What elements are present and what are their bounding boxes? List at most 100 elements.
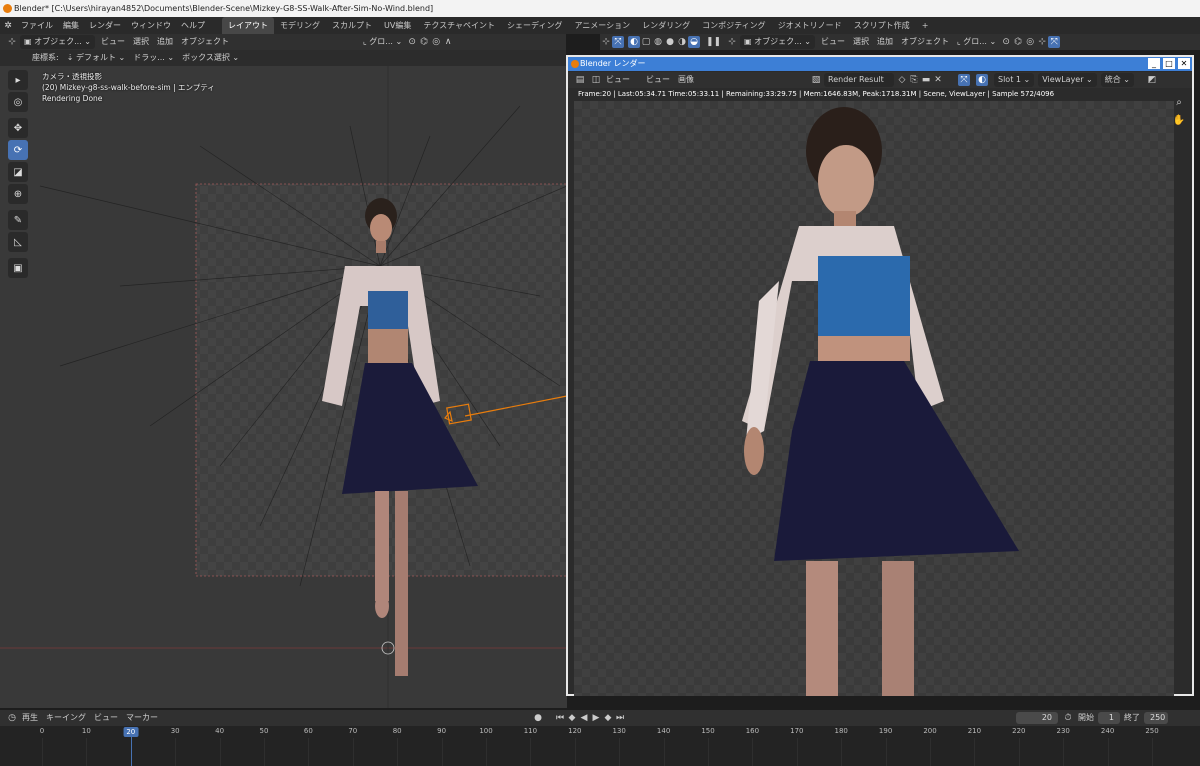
tab-geometry-nodes[interactable]: ジオメトリノード <box>772 17 848 34</box>
playback-menu[interactable]: 再生 <box>18 711 42 725</box>
view-layer-dropdown[interactable]: ViewLayer ⌄ <box>1038 73 1097 87</box>
gizmo-toggle-icon-2[interactable]: ⤧ <box>1048 36 1061 48</box>
rendered-shading-icon[interactable]: ◒ <box>688 36 700 48</box>
display-channels-icon[interactable]: ◩ <box>1146 74 1158 86</box>
pivot-icon[interactable]: ⊙ <box>406 36 418 48</box>
new-image-icon[interactable]: ⎘ <box>908 74 920 86</box>
tab-scripting[interactable]: スクリプト作成 <box>848 17 916 34</box>
render-view-menu-1[interactable]: ビュー <box>602 73 634 87</box>
solid-shading-icon[interactable]: ● <box>664 36 676 48</box>
prev-keyframe-icon[interactable]: ◆ <box>566 712 578 724</box>
scale-tool-icon[interactable]: ◪ <box>8 162 28 182</box>
tab-sculpt[interactable]: スカルプト <box>326 17 378 34</box>
close-icon[interactable]: ✕ <box>1178 58 1190 69</box>
material-shading-icon[interactable]: ◑ <box>676 36 688 48</box>
view-menu[interactable]: ビュー <box>97 35 129 49</box>
select-menu-2[interactable]: 選択 <box>849 35 873 49</box>
measure-tool-icon[interactable]: ◺ <box>8 232 28 252</box>
annotate-tool-icon[interactable]: ✎ <box>8 210 28 230</box>
record-icon[interactable]: ● <box>532 712 544 724</box>
falloff-icon[interactable]: ∧ <box>442 36 454 48</box>
transform-tool-icon[interactable]: ⊕ <box>8 184 28 204</box>
minimize-icon[interactable]: _ <box>1148 58 1160 69</box>
play-icon[interactable]: ▶ <box>590 712 602 724</box>
image-mode-icon[interactable]: ◫ <box>590 74 602 86</box>
xray-icon[interactable]: ▢ <box>640 36 652 48</box>
view-menu-2[interactable]: ビュー <box>817 35 849 49</box>
keying-menu[interactable]: キーイング <box>42 711 90 725</box>
visibility-icon-2[interactable]: ⊹ <box>1036 36 1048 48</box>
render-window[interactable]: Blender レンダー _ □ ✕ ▤ ◫ ビュー ビュー 画像 ▧ Rend… <box>566 55 1194 696</box>
render-overlay-icon[interactable]: ◐ <box>976 74 988 86</box>
image-editor-type-icon[interactable]: ▤ <box>574 74 586 86</box>
pivot-icon-2[interactable]: ⊙ <box>1000 36 1012 48</box>
open-image-icon[interactable]: ▬ <box>920 74 932 86</box>
3d-viewport[interactable] <box>0 66 567 708</box>
menu-render[interactable]: レンダー <box>84 20 126 31</box>
transform-orientation-dropdown[interactable]: ⌞ グロ... ⌄ <box>359 35 406 49</box>
tab-uv-editing[interactable]: UV編集 <box>378 17 417 34</box>
transform-orientation-dropdown-2[interactable]: ⌞ グロ... ⌄ <box>953 35 1000 49</box>
render-gizmo-icon[interactable]: ⤧ <box>958 74 970 86</box>
gizmo-toggle-icon[interactable]: ⤧ <box>612 36 624 48</box>
move-tool-icon[interactable]: ✥ <box>8 118 28 138</box>
pan-hand-icon[interactable]: ✋ <box>1172 115 1186 129</box>
snap-icon[interactable]: ⌬ <box>418 36 430 48</box>
image-name-field[interactable]: Render Result <box>824 73 894 87</box>
jump-start-icon[interactable]: ⏮ <box>554 712 566 724</box>
cursor-tool-icon[interactable]: ◎ <box>8 92 28 112</box>
end-frame-field[interactable]: 250 <box>1144 712 1168 724</box>
menu-file[interactable]: ファイル <box>16 20 58 31</box>
object-menu-2[interactable]: オブジェクト <box>897 35 953 49</box>
unlink-image-icon[interactable]: ✕ <box>932 74 944 86</box>
menu-help[interactable]: ヘルプ <box>176 20 210 31</box>
object-menu[interactable]: オブジェクト <box>177 35 233 49</box>
snap-icon-2[interactable]: ⌬ <box>1012 36 1024 48</box>
render-result-canvas[interactable] <box>574 101 1174 696</box>
slot-dropdown[interactable]: Slot 1 ⌄ <box>994 73 1035 87</box>
next-keyframe-icon[interactable]: ◆ <box>602 712 614 724</box>
drag-dropdown[interactable]: ドラッ... ⌄ <box>129 51 178 65</box>
stopwatch-icon[interactable]: ⏱ <box>1062 712 1074 724</box>
marker-menu[interactable]: マーカー <box>122 711 162 725</box>
render-window-titlebar[interactable]: Blender レンダー _ □ ✕ <box>568 57 1192 71</box>
image-browse-icon[interactable]: ▧ <box>810 74 822 86</box>
tab-compositing[interactable]: コンポジティング <box>696 17 772 34</box>
editor-type-icon-2[interactable]: ⊹ <box>726 36 738 48</box>
rotate-tool-icon[interactable]: ⟳ <box>8 140 28 160</box>
jump-end-icon[interactable]: ⏭ <box>614 712 626 724</box>
timeline-view-menu[interactable]: ビュー <box>90 711 122 725</box>
select-menu[interactable]: 選択 <box>129 35 153 49</box>
tab-rendering[interactable]: レンダリング <box>636 17 696 34</box>
tab-shading[interactable]: シェーディング <box>501 17 568 34</box>
blender-menu-icon[interactable]: ✲ <box>0 21 16 31</box>
add-menu-2[interactable]: 追加 <box>873 35 897 49</box>
menu-window[interactable]: ウィンドウ <box>126 20 176 31</box>
tab-animation[interactable]: アニメーション <box>568 17 636 34</box>
timeline-editor-icon[interactable]: ◷ <box>6 712 18 724</box>
tab-texture-paint[interactable]: テクスチャペイント <box>417 17 501 34</box>
current-frame-field[interactable]: 20 <box>1016 712 1058 724</box>
add-menu[interactable]: 追加 <box>153 35 177 49</box>
playhead[interactable]: 20 <box>123 727 139 737</box>
tab-layout[interactable]: レイアウト <box>222 17 274 34</box>
pass-dropdown[interactable]: 統合 ⌄ <box>1100 73 1135 87</box>
select-mode-dropdown[interactable]: ボックス選択 ⌄ <box>178 51 243 65</box>
wireframe-shading-icon[interactable]: ◍ <box>652 36 664 48</box>
select-tool-icon[interactable]: ▸ <box>8 70 28 90</box>
start-frame-field[interactable]: 1 <box>1098 712 1120 724</box>
timeline[interactable]: 0 10 30 40 50 60 70 80 90 100 110 120 130 140 150 160 17… <box>0 726 1200 766</box>
render-image-menu[interactable]: 画像 <box>674 73 698 87</box>
maximize-icon[interactable]: □ <box>1163 58 1175 69</box>
proportional-edit-icon[interactable]: ◎ <box>430 36 442 48</box>
visibility-icon[interactable]: ⊹ <box>600 36 612 48</box>
play-reverse-icon[interactable]: ◀ <box>578 712 590 724</box>
add-workspace-button[interactable]: + <box>916 17 935 34</box>
render-view-menu-2[interactable]: ビュー <box>642 73 674 87</box>
pause-icon[interactable]: ❚❚ <box>706 36 721 48</box>
menu-edit[interactable]: 編集 <box>58 20 84 31</box>
mode-dropdown-2[interactable]: ▣ オブジェク... ⌄ <box>740 35 815 49</box>
fake-user-icon[interactable]: ◇ <box>896 74 908 86</box>
tab-modeling[interactable]: モデリング <box>274 17 326 34</box>
mode-dropdown[interactable]: ▣ オブジェク... ⌄ <box>20 35 95 49</box>
